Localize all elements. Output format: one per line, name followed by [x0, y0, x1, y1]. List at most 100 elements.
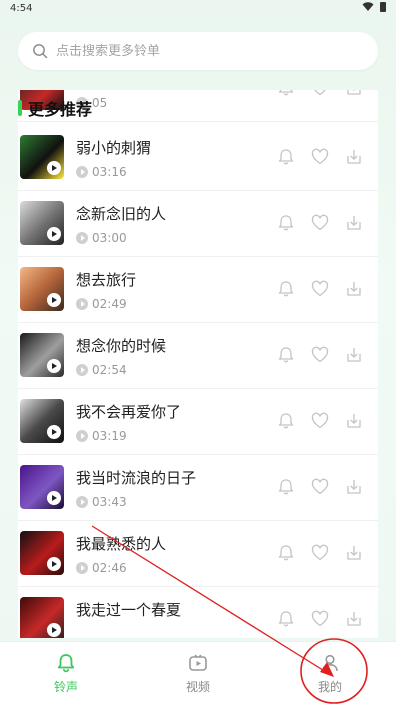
song-title: 我走过一个春夏 [76, 601, 182, 619]
song-duration: 03:19 [76, 429, 127, 443]
profile-icon [322, 654, 338, 672]
song-duration-text: 02:49 [92, 297, 127, 311]
row-actions [276, 213, 364, 233]
duration-play-icon [76, 232, 88, 244]
song-cover [20, 333, 64, 377]
row-actions [276, 543, 364, 563]
song-title: 想念你的时候 [76, 337, 167, 355]
song-duration: 03:43 [76, 495, 127, 509]
duration-play-icon [76, 562, 88, 574]
download-icon[interactable] [344, 147, 364, 167]
favorite-heart-icon[interactable] [310, 543, 330, 563]
ringtone-bell-icon[interactable] [276, 411, 296, 431]
duration-play-icon [76, 430, 88, 442]
favorite-heart-icon[interactable] [310, 213, 330, 233]
cover-play-icon[interactable] [47, 491, 61, 505]
search-input[interactable] [56, 43, 346, 59]
song-row[interactable]: 我当时流浪的日子 03:43 [18, 455, 378, 521]
duration-play-icon [76, 298, 88, 310]
duration-play-icon [76, 496, 88, 508]
song-title: 弱小的刺猬 [76, 139, 152, 157]
song-row[interactable]: 弱小的刺猬 03:16 [18, 125, 378, 191]
download-icon[interactable] [344, 609, 364, 629]
song-list: 05 弱小的刺猬 03:16 念新念旧的人 03:00 想去旅行 02:49 想念你的时候 0… [18, 90, 378, 638]
wifi-icon [362, 2, 374, 11]
download-icon[interactable] [344, 477, 364, 497]
section-title: 更多推荐 [18, 96, 92, 120]
ringtone-bell-icon[interactable] [276, 213, 296, 233]
favorite-heart-icon[interactable] [310, 147, 330, 167]
song-title: 想去旅行 [76, 271, 137, 289]
song-cover [20, 465, 64, 509]
song-duration-text: 03:43 [92, 495, 127, 509]
song-duration: 03:16 [76, 165, 127, 179]
download-icon[interactable] [344, 345, 364, 365]
song-duration: 02:46 [76, 561, 127, 575]
status-bar: 4:54 [0, 0, 396, 18]
download-icon[interactable] [344, 213, 364, 233]
song-duration-text: 02:46 [92, 561, 127, 575]
row-actions [276, 477, 364, 497]
duration-play-icon [76, 166, 88, 178]
cover-play-icon[interactable] [47, 425, 61, 439]
song-row[interactable]: 我走过一个春夏 [18, 587, 378, 638]
bottom-nav: 铃声 视频 我的 [0, 641, 396, 705]
ringtone-bell-icon[interactable] [276, 543, 296, 563]
row-actions [276, 411, 364, 431]
favorite-heart-icon[interactable] [310, 345, 330, 365]
song-duration-text: 03:19 [92, 429, 127, 443]
song-row[interactable]: 想去旅行 02:49 [18, 257, 378, 323]
song-row[interactable]: 我不会再爱你了 03:19 [18, 389, 378, 455]
ringtone-bell-icon[interactable] [276, 279, 296, 299]
song-row[interactable]: 念新念旧的人 03:00 [18, 191, 378, 257]
download-icon[interactable] [344, 543, 364, 563]
song-duration-text: 05 [92, 96, 108, 110]
section-title-text: 更多推荐 [28, 100, 93, 119]
favorite-heart-icon[interactable] [310, 411, 330, 431]
ringtone-bell-icon[interactable] [276, 477, 296, 497]
song-cover [20, 531, 64, 575]
song-row[interactable]: 我最熟悉的人 02:46 [18, 521, 378, 587]
song-cover [20, 135, 64, 179]
row-actions [276, 345, 364, 365]
song-row[interactable]: 想念你的时候 02:54 [18, 323, 378, 389]
tab-video-label: 视频 [185, 680, 210, 694]
favorite-heart-icon[interactable] [310, 90, 330, 98]
song-title: 念新念旧的人 [76, 205, 167, 223]
cover-play-icon[interactable] [47, 359, 61, 373]
ringtone-bell-icon[interactable] [276, 345, 296, 365]
ringtone-bell-icon[interactable] [276, 147, 296, 167]
tab-ringtone-label: 铃声 [53, 680, 78, 694]
favorite-heart-icon[interactable] [310, 609, 330, 629]
ringtone-bell-icon[interactable] [276, 609, 296, 629]
song-cover [20, 399, 64, 443]
tab-video[interactable]: 视频 [132, 642, 264, 705]
cover-play-icon[interactable] [47, 161, 61, 175]
song-title: 我不会再爱你了 [76, 403, 182, 421]
row-actions [276, 279, 364, 299]
cover-play-icon[interactable] [47, 557, 61, 571]
cover-play-icon[interactable] [47, 227, 61, 241]
favorite-heart-icon[interactable] [310, 477, 330, 497]
song-duration: 02:49 [76, 297, 127, 311]
song-title: 我最熟悉的人 [76, 535, 167, 553]
tab-ringtone[interactable]: 铃声 [0, 642, 132, 705]
song-duration-text: 03:16 [92, 165, 127, 179]
download-icon[interactable] [344, 411, 364, 431]
cover-play-icon[interactable] [47, 623, 61, 637]
status-time: 4:54 [10, 3, 33, 14]
favorite-heart-icon[interactable] [310, 279, 330, 299]
download-icon[interactable] [344, 90, 364, 98]
song-duration-text: 03:00 [92, 231, 127, 245]
search-icon [33, 44, 48, 59]
download-icon[interactable] [344, 279, 364, 299]
ringtone-bell-icon[interactable] [276, 90, 296, 98]
song-title: 我当时流浪的日子 [76, 469, 197, 487]
song-cover [20, 597, 64, 638]
duration-play-icon [76, 364, 88, 376]
song-cover [20, 201, 64, 245]
cover-play-icon[interactable] [47, 293, 61, 307]
search-bar[interactable] [18, 32, 378, 70]
tab-profile[interactable]: 我的 [264, 642, 396, 705]
video-icon [189, 654, 207, 671]
